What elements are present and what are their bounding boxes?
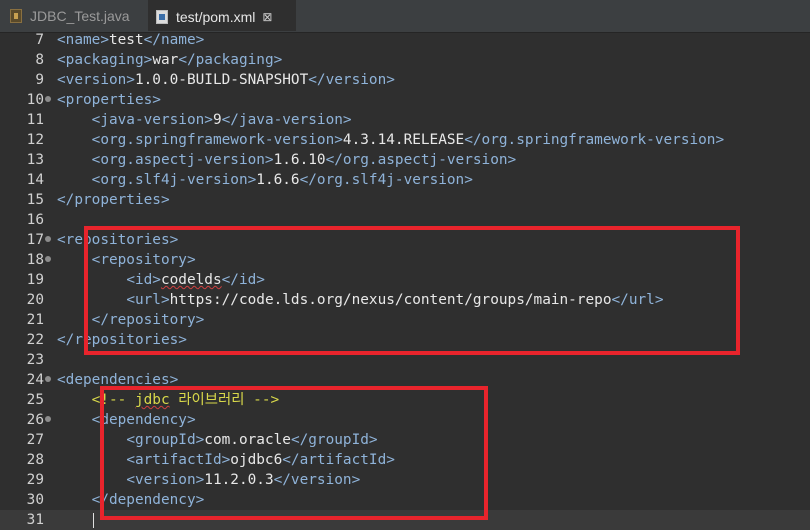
code-text: <java-version>9</java-version> <box>57 110 352 130</box>
tab-jdbc-test-java[interactable]: JDBC_Test.java <box>0 0 148 31</box>
line-number: 13 <box>26 152 44 168</box>
line-number: 17 <box>26 232 44 248</box>
fold-toggle-icon[interactable] <box>45 96 51 102</box>
code-line[interactable]: 15 </properties> <box>0 190 810 210</box>
line-number: 12 <box>26 132 44 148</box>
tab-label: JDBC_Test.java <box>30 7 130 24</box>
code-token: <org.slf4j-version> <box>91 172 257 188</box>
line-number: 14 <box>26 172 44 188</box>
tab-label: test/pom.xml <box>176 8 256 25</box>
code-text: <properties> <box>57 90 161 110</box>
code-token: 1.6.10 <box>273 152 326 168</box>
line-number: 21 <box>26 312 44 328</box>
line-number: 10 <box>26 92 44 108</box>
line-number: 11 <box>26 112 44 128</box>
code-token: </org.aspectj-version> <box>325 152 517 168</box>
code-line[interactable]: 9 <version>1.0.0-BUILD-SNAPSHOT</version> <box>0 70 810 90</box>
line-number: 19 <box>26 272 44 288</box>
line-number: 23 <box>26 352 44 368</box>
pom-file-icon <box>156 9 168 24</box>
code-token: 1.0.0-BUILD-SNAPSHOT <box>134 72 309 88</box>
code-token: </properties> <box>57 192 170 208</box>
code-text: </properties> <box>57 190 170 210</box>
code-line[interactable]: 12 <org.springframework-version>4.3.14.R… <box>0 130 810 150</box>
code-line[interactable]: 11 <java-version>9</java-version> <box>0 110 810 130</box>
code-token: test <box>108 32 144 48</box>
fold-toggle-icon[interactable] <box>45 236 51 242</box>
fold-toggle-icon[interactable] <box>45 376 51 382</box>
close-tab-icon[interactable]: ⊠ <box>262 10 272 24</box>
code-text: <name>test</name> <box>57 30 204 50</box>
dependency-highlight-box <box>100 386 488 520</box>
code-token: 1.6.6 <box>256 172 300 188</box>
fold-toggle-icon[interactable] <box>45 416 51 422</box>
line-number: 24 <box>26 372 44 388</box>
code-text: <org.aspectj-version>1.6.10</org.aspectj… <box>57 150 517 170</box>
code-text: <packaging>war</packaging> <box>57 50 282 70</box>
line-number: 25 <box>26 392 44 408</box>
line-number: 28 <box>26 452 44 468</box>
code-text: <org.springframework-version>4.3.14.RELE… <box>57 130 724 150</box>
code-line[interactable]: 8 <packaging>war</packaging> <box>0 50 810 70</box>
code-token: <org.aspectj-version> <box>91 152 274 168</box>
line-number: 7 <box>35 32 44 48</box>
text-cursor <box>93 513 94 528</box>
code-text: <org.slf4j-version>1.6.6</org.slf4j-vers… <box>57 170 473 190</box>
code-token: </org.slf4j-version> <box>299 172 473 188</box>
fold-toggle-icon[interactable] <box>45 256 51 262</box>
code-token: <properties> <box>57 92 161 108</box>
code-token: </version> <box>308 72 395 88</box>
code-token: </packaging> <box>178 52 283 68</box>
line-number: 31 <box>26 512 44 528</box>
line-number: 20 <box>26 292 44 308</box>
code-line[interactable]: 14 <org.slf4j-version>1.6.6</org.slf4j-v… <box>0 170 810 190</box>
java-file-icon <box>10 8 22 23</box>
line-number: 15 <box>26 192 44 208</box>
code-token: </java-version> <box>221 112 352 128</box>
line-number: 9 <box>35 72 44 88</box>
line-number: 8 <box>35 52 44 68</box>
code-token: 4.3.14.RELEASE <box>342 132 465 148</box>
code-token: <name> <box>57 32 109 48</box>
code-token: <version> <box>57 72 135 88</box>
line-number: 26 <box>26 412 44 428</box>
tab-pom-xml[interactable]: test/pom.xml ⊠ <box>148 0 296 31</box>
repositories-highlight-box <box>84 226 740 355</box>
code-line[interactable]: 7 <name>test</name> <box>0 30 810 50</box>
code-token: <org.springframework-version> <box>91 132 343 148</box>
code-token: </org.springframework-version> <box>464 132 725 148</box>
code-token: <java-version> <box>91 112 213 128</box>
code-token: 9 <box>212 112 222 128</box>
code-text: <version>1.0.0-BUILD-SNAPSHOT</version> <box>57 70 395 90</box>
line-number: 29 <box>26 472 44 488</box>
line-number: 27 <box>26 432 44 448</box>
code-line[interactable]: 13 <org.aspectj-version>1.6.10</org.aspe… <box>0 150 810 170</box>
line-number: 22 <box>26 332 44 348</box>
code-token: war <box>152 52 179 68</box>
editor-tab-bar: JDBC_Test.java test/pom.xml ⊠ <box>0 0 810 33</box>
code-line[interactable]: 10 <properties> <box>0 90 810 110</box>
line-number: 18 <box>26 252 44 268</box>
code-token: <packaging> <box>57 52 153 68</box>
code-token: </name> <box>143 32 205 48</box>
line-number: 16 <box>26 212 44 228</box>
line-number: 30 <box>26 492 44 508</box>
